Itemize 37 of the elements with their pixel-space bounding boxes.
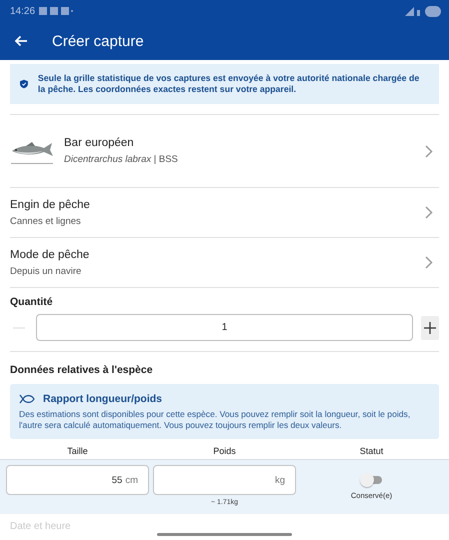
chevron-right-icon [425, 206, 433, 219]
row-value: Cannes et lignes [10, 216, 82, 226]
card-title: Rapport longueur/poids [43, 393, 162, 405]
notification-icons [39, 7, 74, 15]
signal-icon [405, 6, 421, 16]
plus-icon [424, 322, 436, 334]
screen-title: Créer capture [52, 32, 144, 50]
battery-icon [425, 6, 441, 16]
fish-icon [19, 394, 35, 404]
row-label: Mode de pêche [10, 248, 90, 260]
section-title: Données relatives à l'espèce [10, 364, 154, 376]
unit-label: kg [274, 474, 285, 486]
column-header: Poids [212, 446, 237, 456]
back-arrow-icon[interactable] [14, 35, 28, 47]
card-text: Des estimations sont disponibles pour cette espèce. Vous pouvez remplir soit la longueur, soit le poids, l'autre sera calculé automatiquement. Vous pouvez toujours remplir les deux valeurs. [19, 409, 412, 431]
shield-check-icon [20, 77, 28, 91]
column-header: Taille [66, 446, 89, 456]
chevron-right-icon [425, 144, 433, 158]
size-field[interactable]: 55 cm [6, 465, 149, 495]
column-header: Statut [358, 446, 384, 456]
selector-row[interactable]: Mode de pêche Depuis un navire [10, 238, 439, 287]
chevron-right-icon [425, 256, 433, 269]
unit-label: cm [125, 474, 138, 486]
species-subtitle: Dicentrarchus labrax | BSS [64, 154, 179, 165]
increment-button[interactable] [421, 316, 439, 340]
quantity-label: Quantité [10, 296, 54, 308]
status-time: 14:26 [10, 6, 36, 16]
size-value: 55 [112, 474, 122, 486]
species-row[interactable]: Bar européen Dicentrarchus labrax | BSS [10, 115, 439, 187]
status-toggle[interactable] [360, 473, 384, 487]
row-label: Engin de pêche [10, 198, 91, 210]
quantity-field[interactable]: 1 [36, 314, 413, 341]
species-name: Bar européen [64, 137, 135, 149]
row-value: Depuis un navire [10, 266, 82, 276]
privacy-notice: Seule la grille statistique de vos captures est envoyée à votre autorité nationale chargée de la pêche. Les coordonnées exactes restent sur votre appareil. [38, 73, 420, 95]
selector-row[interactable]: Engin de pêche Cannes et lignes [10, 188, 439, 237]
weight-field[interactable]: kg [153, 465, 296, 495]
